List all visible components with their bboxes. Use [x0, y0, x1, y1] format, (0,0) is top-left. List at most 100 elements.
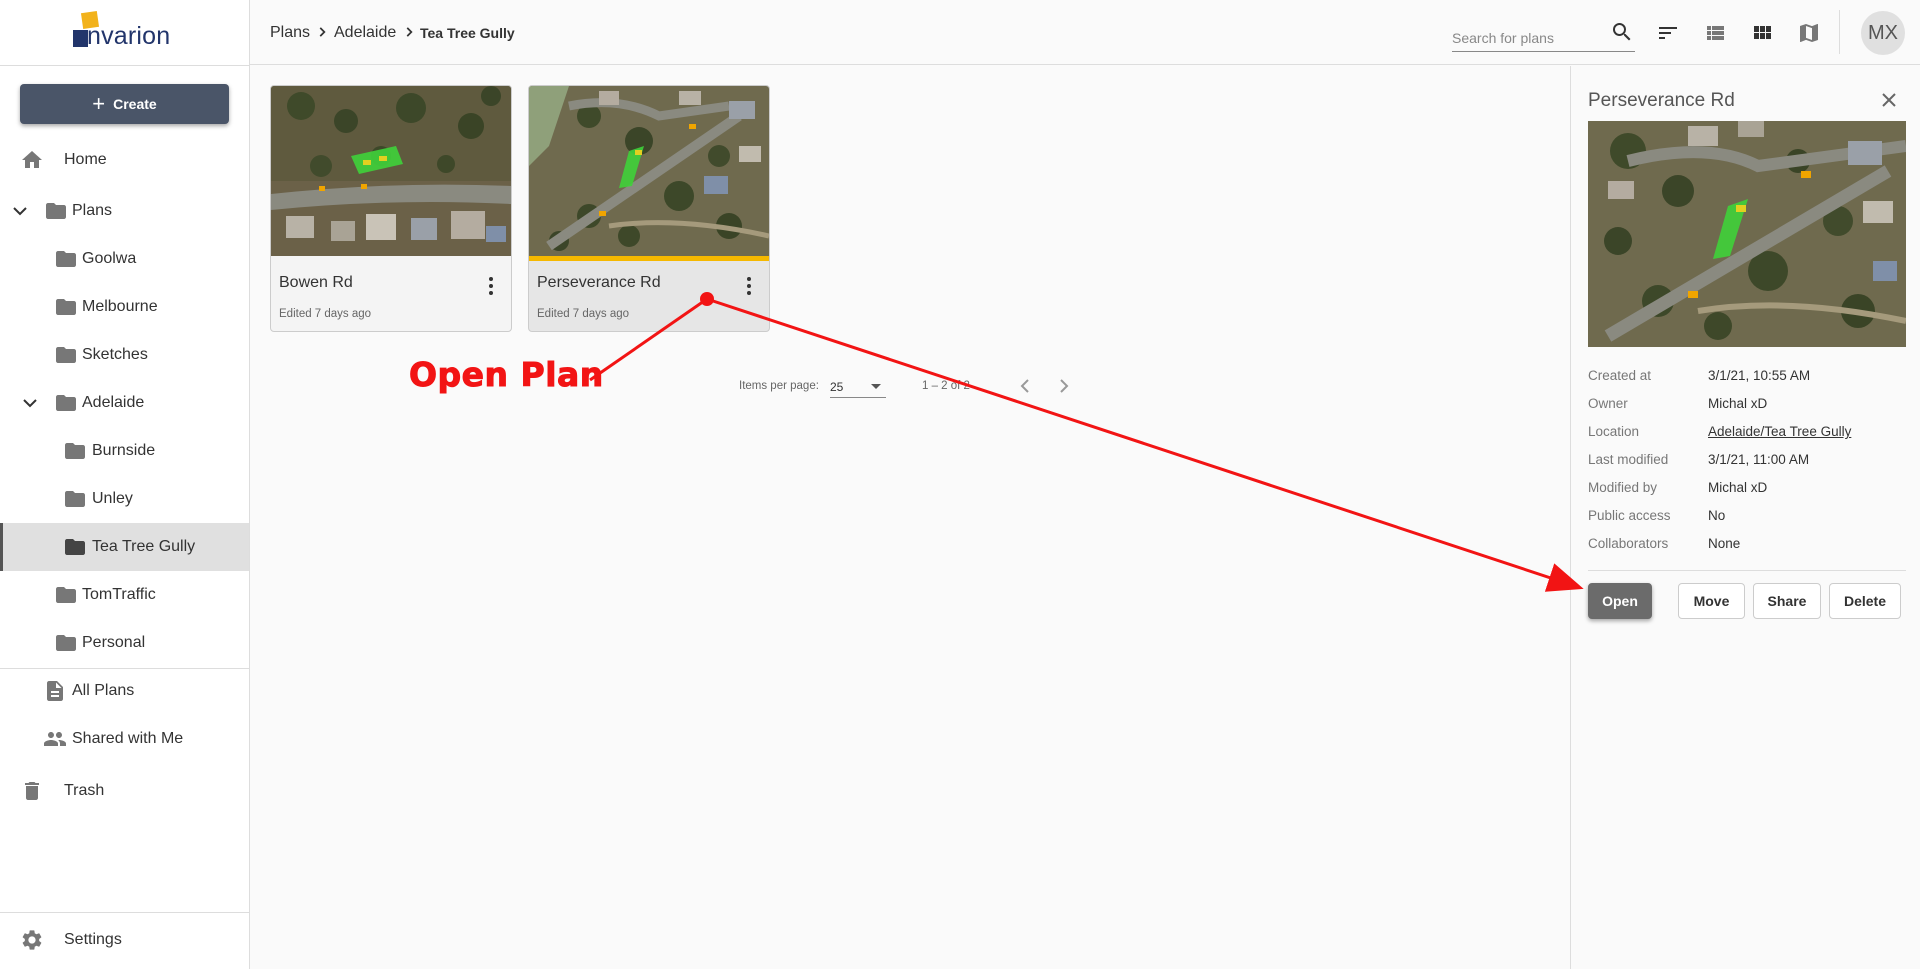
sidebar-divider [0, 65, 250, 66]
field-label: Collaborators [1588, 536, 1669, 551]
search-icon[interactable] [1610, 20, 1634, 44]
sidebar-item-label: Plans [72, 202, 113, 219]
trash-icon [25, 782, 39, 800]
field-value: Michal xD [1708, 396, 1768, 411]
grid-view-icon[interactable] [1750, 21, 1774, 45]
folder-icon [56, 251, 76, 267]
plan-card[interactable]: Perseverance Rd Edited 7 days ago [528, 85, 770, 332]
field-label: Owner [1588, 396, 1628, 411]
breadcrumb-current: Tea Tree Gully [420, 25, 515, 41]
folder-icon [56, 587, 76, 603]
panel-divider [1588, 570, 1906, 571]
field-label: Location [1588, 424, 1640, 439]
sidebar-divider [0, 912, 249, 913]
sidebar-item-settings[interactable]: Settings [0, 916, 249, 964]
sidebar-item-personal[interactable]: Personal [0, 619, 249, 667]
sidebar-item-melbourne[interactable]: Melbourne [0, 283, 249, 331]
gear-icon [22, 930, 42, 950]
top-bar: Plans Adelaide Tea Tree Gully Search for… [250, 0, 1920, 65]
field-value: None [1708, 536, 1741, 551]
plus-icon: + [92, 91, 106, 116]
open-button[interactable]: Open [1588, 583, 1652, 619]
field-label: Last modified [1588, 452, 1669, 467]
move-button[interactable]: Move [1678, 583, 1745, 619]
plan-thumbnail [529, 86, 769, 256]
people-icon [44, 732, 66, 746]
folder-icon [46, 203, 66, 219]
sidebar: nvarion + Create Home Plans Goolwa Melbo… [0, 0, 250, 969]
plan-card[interactable]: Bowen Rd Edited 7 days ago [270, 85, 512, 332]
app-logo[interactable]: nvarion [70, 10, 185, 50]
sidebar-item-label: TomTraffic [82, 586, 156, 603]
sidebar-item-label: All Plans [72, 682, 135, 699]
map-view-icon[interactable] [1797, 21, 1821, 45]
field-value: 3/1/21, 10:55 AM [1708, 368, 1811, 383]
document-icon [47, 681, 63, 701]
share-button[interactable]: Share [1753, 583, 1821, 619]
card-edited: Edited 7 days ago [279, 308, 372, 320]
sidebar-item-label: Unley [92, 490, 133, 507]
sidebar-item-label: Burnside [92, 442, 156, 459]
folder-icon [56, 395, 76, 411]
field-label: Modified by [1588, 480, 1658, 495]
sidebar-item-sketches[interactable]: Sketches [0, 331, 249, 379]
search-placeholder: Search for plans [1452, 30, 1554, 46]
chevron-right-icon [319, 27, 326, 37]
delete-button[interactable]: Delete [1829, 583, 1901, 619]
sidebar-item-adelaide[interactable]: Adelaide [0, 379, 249, 427]
details-panel: Perseverance Rd Created at 3/1/21, 10:55… [1570, 66, 1920, 969]
sidebar-item-burnside[interactable]: Burnside [0, 427, 249, 475]
chevron-right-icon [406, 27, 413, 37]
sidebar-item-label: Sketches [82, 346, 148, 363]
breadcrumb-adelaide[interactable]: Adelaide [334, 24, 396, 42]
card-edited: Edited 7 days ago [537, 308, 630, 320]
logo-mark-blue [73, 30, 88, 47]
folder-icon [56, 635, 76, 651]
folder-icon [56, 347, 76, 363]
breadcrumb-plans[interactable]: Plans [270, 24, 310, 42]
header-divider [1839, 10, 1840, 54]
avatar[interactable]: MX [1861, 11, 1905, 55]
previous-page-icon[interactable] [1013, 374, 1037, 398]
location-link[interactable]: Adelaide/Tea Tree Gully [1708, 424, 1851, 439]
home-icon [22, 151, 42, 168]
sidebar-item-shared-with-me[interactable]: Shared with Me [0, 715, 249, 763]
sidebar-item-home[interactable]: Home [0, 136, 249, 184]
sort-icon[interactable] [1656, 21, 1680, 45]
more-vert-icon[interactable] [479, 274, 503, 298]
sidebar-item-goolwa[interactable]: Goolwa [0, 235, 249, 283]
plan-thumbnail [271, 86, 511, 256]
folder-icon [56, 299, 76, 315]
create-button-label: Create [113, 96, 157, 112]
sidebar-item-all-plans[interactable]: All Plans [0, 667, 249, 715]
details-title: Perseverance Rd [1588, 90, 1735, 111]
create-button[interactable]: + Create [20, 84, 229, 124]
sidebar-item-label: Personal [82, 634, 146, 651]
chevron-down-icon[interactable] [8, 199, 32, 223]
more-vert-icon[interactable] [737, 274, 761, 298]
next-page-icon[interactable] [1052, 374, 1076, 398]
items-per-page-label: Items per page: [739, 380, 819, 392]
field-value: No [1708, 508, 1726, 523]
list-view-icon[interactable] [1703, 21, 1727, 45]
sidebar-item-label: Home [64, 151, 107, 168]
annotation-label: Open Plan [409, 355, 604, 395]
chevron-down-icon[interactable] [18, 391, 42, 415]
sidebar-item-plans[interactable]: Plans [0, 187, 249, 235]
sidebar-item-label: Trash [64, 782, 105, 799]
sidebar-item-label: Settings [64, 931, 122, 948]
field-label: Created at [1588, 368, 1652, 383]
sidebar-item-unley[interactable]: Unley [0, 475, 249, 523]
folder-icon [65, 443, 85, 459]
field-value: Michal xD [1708, 480, 1768, 495]
sidebar-item-tomtraffic[interactable]: TomTraffic [0, 571, 249, 619]
dropdown-caret-icon [871, 384, 881, 389]
selected-indicator [529, 256, 769, 261]
field-label: Public access [1588, 508, 1671, 523]
logo-text: nvarion [87, 22, 171, 50]
close-icon[interactable] [1877, 88, 1901, 112]
sidebar-item-tea-tree-gully[interactable]: Tea Tree Gully [0, 523, 249, 571]
field-value: 3/1/21, 11:00 AM [1708, 452, 1810, 467]
sidebar-item-trash[interactable]: Trash [0, 767, 249, 815]
sidebar-item-label: Shared with Me [72, 730, 184, 747]
